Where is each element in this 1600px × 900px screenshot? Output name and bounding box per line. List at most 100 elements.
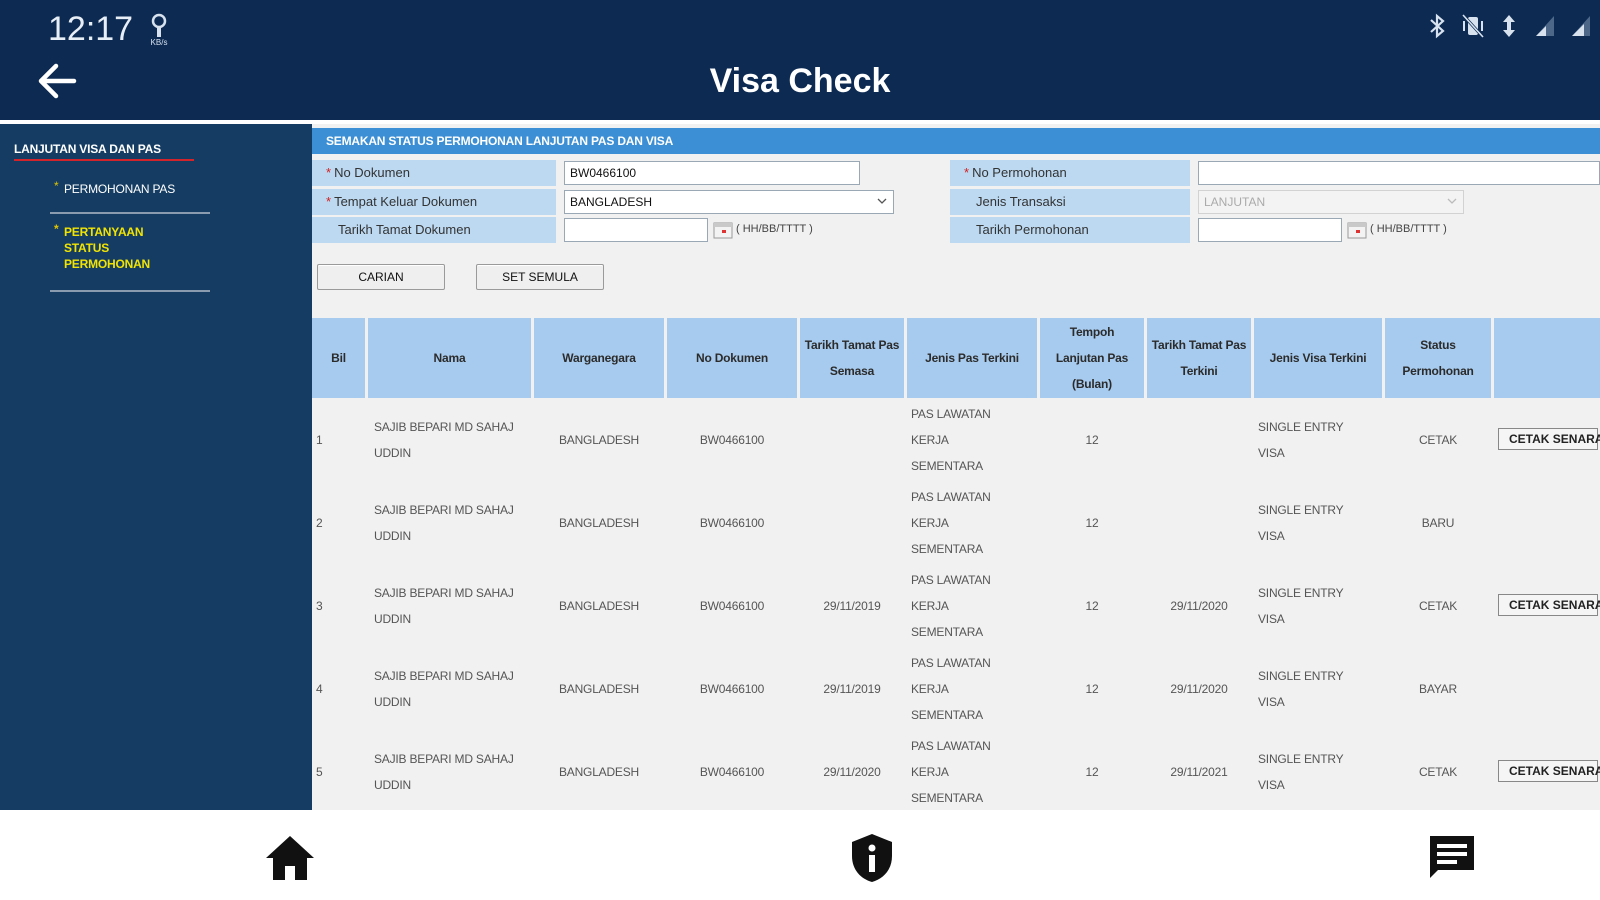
cell-status: BAYAR (1419, 681, 1457, 696)
cell-status: CETAK (1418, 598, 1458, 613)
calendar-icon[interactable] (1346, 220, 1368, 240)
home-icon[interactable] (262, 830, 318, 886)
cell-nama: SAJIB BEPARI MD SAHAJ UDDIN (374, 502, 514, 543)
cetak-senarai-button[interactable]: CETAK SENARAI (1498, 594, 1600, 616)
page-title: Visa Check (709, 62, 891, 100)
table-row: 5 SAJIB BEPARI MD SAHAJ UDDIN BANGLADESH BW… (312, 730, 1600, 810)
message-icon[interactable] (1424, 830, 1480, 886)
search-button[interactable]: CARIAN (317, 264, 445, 290)
column-header-bil: Bil (312, 318, 365, 398)
sidebar-divider (50, 290, 210, 292)
no-dokumen-input[interactable]: BW0466100 (564, 161, 860, 185)
select-value: LANJUTAN (1204, 195, 1266, 209)
required-marker: * (326, 194, 332, 209)
cell-jenis-visa: SINGLE ENTRY VISA (1258, 585, 1344, 626)
required-marker: * (964, 165, 970, 180)
cell-nama: SAJIB BEPARI MD SAHAJ UDDIN (374, 585, 514, 626)
jenis-transaksi-label: Jenis Transaksi (950, 189, 1190, 215)
label-text: Tarikh Tamat Dokumen (338, 222, 471, 237)
date-format-hint: ( HH/BB/TTTT ) (736, 223, 813, 235)
label-text: Tempat Keluar Dokumen (334, 194, 478, 209)
required-marker: * (326, 165, 332, 180)
cell-tarikh-terkini (1147, 398, 1251, 481)
label-text: Jenis Transaksi (976, 194, 1066, 209)
cell-bil: 4 (316, 681, 323, 696)
sidebar-item-pertanyaan-status[interactable]: * PERTANYAAN STATUS PERMOHONAN (50, 222, 210, 272)
cell-bil: 1 (316, 432, 323, 447)
signal-icon (1568, 12, 1594, 40)
table-header-row: Bil Nama Warganegara No Dokumen Tarikh T… (312, 318, 1600, 398)
column-header-tarikh-terkini: Tarikh Tamat Pas Terkini (1147, 318, 1251, 398)
cell-tempoh: 12 (1085, 515, 1099, 530)
tarikh-permohonan-label: Tarikh Permohonan (950, 217, 1190, 243)
sidebar-heading-underline (14, 159, 194, 161)
column-header-tempoh: Tempoh Lanjutan Pas (Bulan) (1040, 318, 1144, 398)
status-icons (1424, 12, 1594, 40)
chevron-down-icon (877, 198, 887, 204)
cetak-senarai-button[interactable]: CETAK SENARAI (1498, 428, 1600, 450)
cell-tarikh-semasa: 29/11/2019 (823, 598, 881, 613)
select-value: BANGLADESH (570, 195, 653, 209)
column-header-action (1494, 318, 1600, 398)
cell-tarikh-semasa (800, 398, 904, 481)
cell-no-dokumen: BW0466100 (699, 432, 765, 447)
calendar-icon[interactable] (712, 220, 734, 240)
cell-jenis-visa: SINGLE ENTRY VISA (1258, 502, 1344, 543)
cetak-senarai-button[interactable]: CETAK SENARAI (1498, 760, 1600, 782)
form-header: SEMAKAN STATUS PERMOHONAN LANJUTAN PAS D… (312, 128, 1600, 154)
cell-tarikh-terkini (1147, 481, 1251, 564)
tempat-keluar-label: * Tempat Keluar Dokumen (312, 189, 556, 215)
tarikh-tamat-label: Tarikh Tamat Dokumen (312, 217, 556, 243)
tarikh-tamat-input[interactable] (564, 218, 708, 242)
cell-jenis-pas: PAS LAWATAN KERJA SEMENTARA (911, 572, 991, 639)
tempat-keluar-select[interactable]: BANGLADESH (564, 190, 894, 214)
no-permohonan-input[interactable] (1198, 161, 1600, 185)
bottom-nav (0, 810, 1600, 900)
cell-no-dokumen: BW0466100 (699, 598, 765, 613)
tarikh-permohonan-input[interactable] (1198, 218, 1342, 242)
cell-jenis-pas: PAS LAWATAN KERJA SEMENTARA (911, 655, 991, 722)
cell-jenis-visa: SINGLE ENTRY VISA (1258, 668, 1344, 709)
vibrate-icon (1460, 12, 1486, 40)
column-header-nama: Nama (368, 318, 531, 398)
reset-button[interactable]: SET SEMULA (476, 264, 604, 290)
cell-warganegara: BANGLADESH (558, 432, 640, 447)
sidebar-divider (50, 212, 210, 214)
column-header-jenis-pas: Jenis Pas Terkini (907, 318, 1037, 398)
bluetooth-icon (1424, 12, 1450, 40)
signal-icon (1532, 12, 1558, 40)
cell-tarikh-terkini: 29/11/2020 (1170, 681, 1228, 696)
cell-jenis-pas: PAS LAWATAN KERJA SEMENTARA (911, 489, 991, 556)
info-shield-icon[interactable] (844, 830, 900, 886)
column-header-status: Status Permohonan (1385, 318, 1491, 398)
sidebar: LANJUTAN VISA DAN PAS * PERMOHONAN PAS *… (0, 124, 312, 810)
cell-bil: 2 (316, 515, 323, 530)
svg-text:KB/s: KB/s (151, 38, 168, 46)
no-permohonan-label: * No Permohonan (950, 160, 1190, 186)
cell-tarikh-terkini: 29/11/2020 (1170, 598, 1228, 613)
column-header-jenis-visa: Jenis Visa Terkini (1254, 318, 1382, 398)
table-row: 2 SAJIB BEPARI MD SAHAJ UDDIN BANGLADESH BW… (312, 481, 1600, 564)
sidebar-item-label: PERMOHONAN PAS (64, 182, 175, 196)
cell-warganegara: BANGLADESH (558, 515, 640, 530)
cell-tarikh-semasa (800, 481, 904, 564)
cell-tempoh: 12 (1085, 681, 1099, 696)
cell-warganegara: BANGLADESH (558, 764, 640, 779)
sidebar-heading: LANJUTAN VISA DAN PAS (14, 142, 161, 156)
label-text: Tarikh Permohonan (976, 222, 1089, 237)
cell-warganegara: BANGLADESH (558, 598, 640, 613)
data-icon (1496, 12, 1522, 40)
sidebar-item-permohonan-pas[interactable]: * PERMOHONAN PAS (50, 179, 210, 196)
table-row: 1 SAJIB BEPARI MD SAHAJ UDDIN BANGLADESH BW… (312, 398, 1600, 481)
cell-bil: 5 (316, 764, 323, 779)
cell-nama: SAJIB BEPARI MD SAHAJ UDDIN (374, 419, 514, 460)
sidebar-item-label: PERTANYAAN STATUS PERMOHONAN (64, 225, 151, 271)
cell-no-dokumen: BW0466100 (699, 764, 765, 779)
cell-status: CETAK (1418, 764, 1458, 779)
cell-tarikh-semasa: 29/11/2019 (823, 681, 881, 696)
table-row: 4 SAJIB BEPARI MD SAHAJ UDDIN BANGLADESH BW… (312, 647, 1600, 730)
cell-tempoh: 12 (1085, 598, 1099, 613)
app-bar: 12:17 KB/s Visa Check (0, 0, 1600, 120)
column-header-warganegara: Warganegara (534, 318, 664, 398)
column-header-tarikh-semasa: Tarikh Tamat Pas Semasa (800, 318, 904, 398)
